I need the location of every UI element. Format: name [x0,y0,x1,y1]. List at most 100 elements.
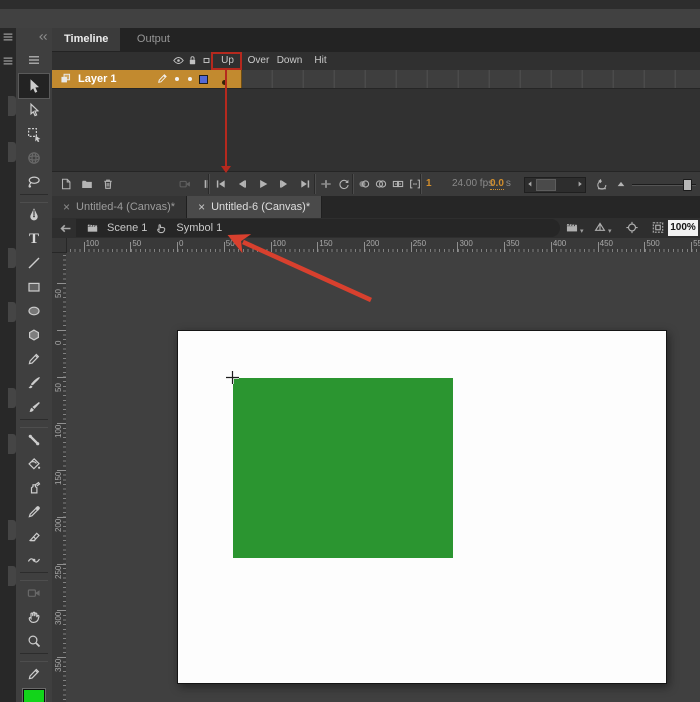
bone-tool[interactable] [19,428,49,452]
pencil-tool[interactable] [19,347,49,371]
vertical-ruler[interactable]: 50050100150200250300350400 [52,252,67,702]
tab-output[interactable]: Output [125,28,182,51]
green-rectangle-shape[interactable] [233,378,453,558]
timeline-header: UpOverDownHit [52,52,700,71]
frame-label-hit[interactable]: Hit [305,52,336,70]
zoom-tool[interactable] [19,629,49,653]
eyedropper-tool[interactable] [19,500,49,524]
free-transform-tool[interactable] [19,122,49,146]
tools-menu-icon[interactable] [26,52,42,66]
selection-tool[interactable] [19,74,49,98]
timeline-track-area[interactable] [52,89,700,172]
scroll-left-button[interactable] [525,178,535,190]
frame-rate[interactable]: 24.00 fps [452,172,493,196]
breadcrumb-scene[interactable]: Scene 1 [107,222,147,234]
scroll-right-button[interactable] [575,178,585,190]
toolbar-divider [20,653,48,662]
frame-ruler[interactable]: UpOverDownHit [211,52,700,70]
close-icon[interactable]: × [63,201,70,213]
go-to-last-frame-button[interactable] [296,175,314,193]
layer-name-cell[interactable]: Layer 1 [52,70,211,88]
new-layer-button[interactable] [57,175,75,193]
onion-skin-outlines-button[interactable] [372,175,390,193]
fill-color-tool[interactable] [19,686,49,702]
docked-panel-stub[interactable] [8,302,16,322]
elapsed-time[interactable]: 0.0s [490,172,511,196]
breadcrumb-symbol[interactable]: Symbol 1 [176,222,222,234]
divider [314,174,316,194]
width-tool[interactable] [19,548,49,572]
document-tab-label: Untitled-6 (Canvas)* [211,201,310,213]
layer-name[interactable]: Layer 1 [78,70,117,88]
stage-zoom-field[interactable]: 100% [668,220,698,236]
docked-panel-stub[interactable] [8,520,16,540]
document-tab[interactable]: ×Untitled-4 (Canvas)* [52,196,187,218]
close-icon[interactable]: × [198,201,205,213]
show-hide-column-header[interactable] [172,54,185,67]
docked-panel-stub[interactable] [8,434,16,454]
docked-panel-stub[interactable] [8,96,16,116]
reset-timeline-zoom-button[interactable] [593,175,611,193]
step-forward-button[interactable] [275,175,293,193]
docked-panel-stub[interactable] [8,248,16,268]
new-folder-button[interactable] [78,175,96,193]
onion-skin-button[interactable] [355,175,373,193]
timeline-scrollbar[interactable] [524,177,586,193]
clipframe-icon [650,220,666,235]
horizontal-ruler[interactable]: 10050050100150200250300350400450500550 [52,238,700,253]
layer-visible-dot[interactable] [175,77,179,81]
text-tool[interactable]: T [19,227,49,251]
edit-symbol-button[interactable] [592,220,609,236]
playhead[interactable] [211,52,242,70]
layer-row[interactable]: Layer 1 [52,70,700,89]
docked-panel-stub[interactable] [8,142,16,162]
brush-tool[interactable] [19,371,49,395]
panel-menu-icon[interactable] [1,54,15,66]
play-button[interactable] [254,175,272,193]
subselection-tool[interactable] [19,98,49,122]
edit-multiple-frames-button[interactable] [389,175,407,193]
line-tool[interactable] [19,251,49,275]
stage-canvas[interactable] [177,330,667,684]
layer-frames[interactable] [211,70,700,88]
edit-scene-button[interactable] [564,220,581,236]
tab-timeline[interactable]: Timeline [52,28,120,51]
center-stage-button[interactable] [624,220,641,236]
document-tab-active[interactable]: × Untitled-6 (Canvas)* [187,196,322,218]
pen-tool[interactable] [19,203,49,227]
scrollbar-thumb[interactable] [536,179,556,191]
panel-menu-icon[interactable] [1,30,15,42]
timeline-zoom-slider[interactable] [632,184,696,186]
lock-column-header[interactable] [186,54,199,67]
zoom-step-button[interactable] [612,175,630,193]
zoom-slider-knob[interactable] [683,179,692,191]
polystar-tool[interactable] [19,323,49,347]
frame-label-over[interactable]: Over [243,52,274,70]
paint-brush-tool[interactable] [19,395,49,419]
loop-playback-button[interactable] [335,175,353,193]
layer-outline-swatch[interactable] [199,75,208,84]
clip-content-button[interactable] [650,220,667,236]
center-frame-button[interactable] [317,175,335,193]
camera-tool[interactable] [19,581,49,605]
3d-rotation-tool[interactable] [19,146,49,170]
eraser-tool[interactable] [19,524,49,548]
step-back-button[interactable] [233,175,251,193]
rectangle-tool[interactable] [19,275,49,299]
back-button[interactable] [58,221,73,235]
fill-color-swatch[interactable] [23,689,45,702]
docked-panel-stub[interactable] [8,566,16,586]
hand-tool[interactable] [19,605,49,629]
frame-label-down[interactable]: Down [274,52,305,70]
pasteboard[interactable] [66,252,700,702]
oval-tool[interactable] [19,299,49,323]
paint-bucket-tool[interactable] [19,452,49,476]
lasso-tool[interactable] [19,170,49,194]
docked-panel-stub[interactable] [8,388,16,408]
collapse-panel-button[interactable] [36,30,50,42]
stroke-color-tool[interactable] [19,662,49,686]
go-to-first-frame-button[interactable] [212,175,230,193]
delete-layer-button[interactable] [99,175,117,193]
layer-lock-dot[interactable] [188,77,192,81]
ink-bottle-tool[interactable] [19,476,49,500]
